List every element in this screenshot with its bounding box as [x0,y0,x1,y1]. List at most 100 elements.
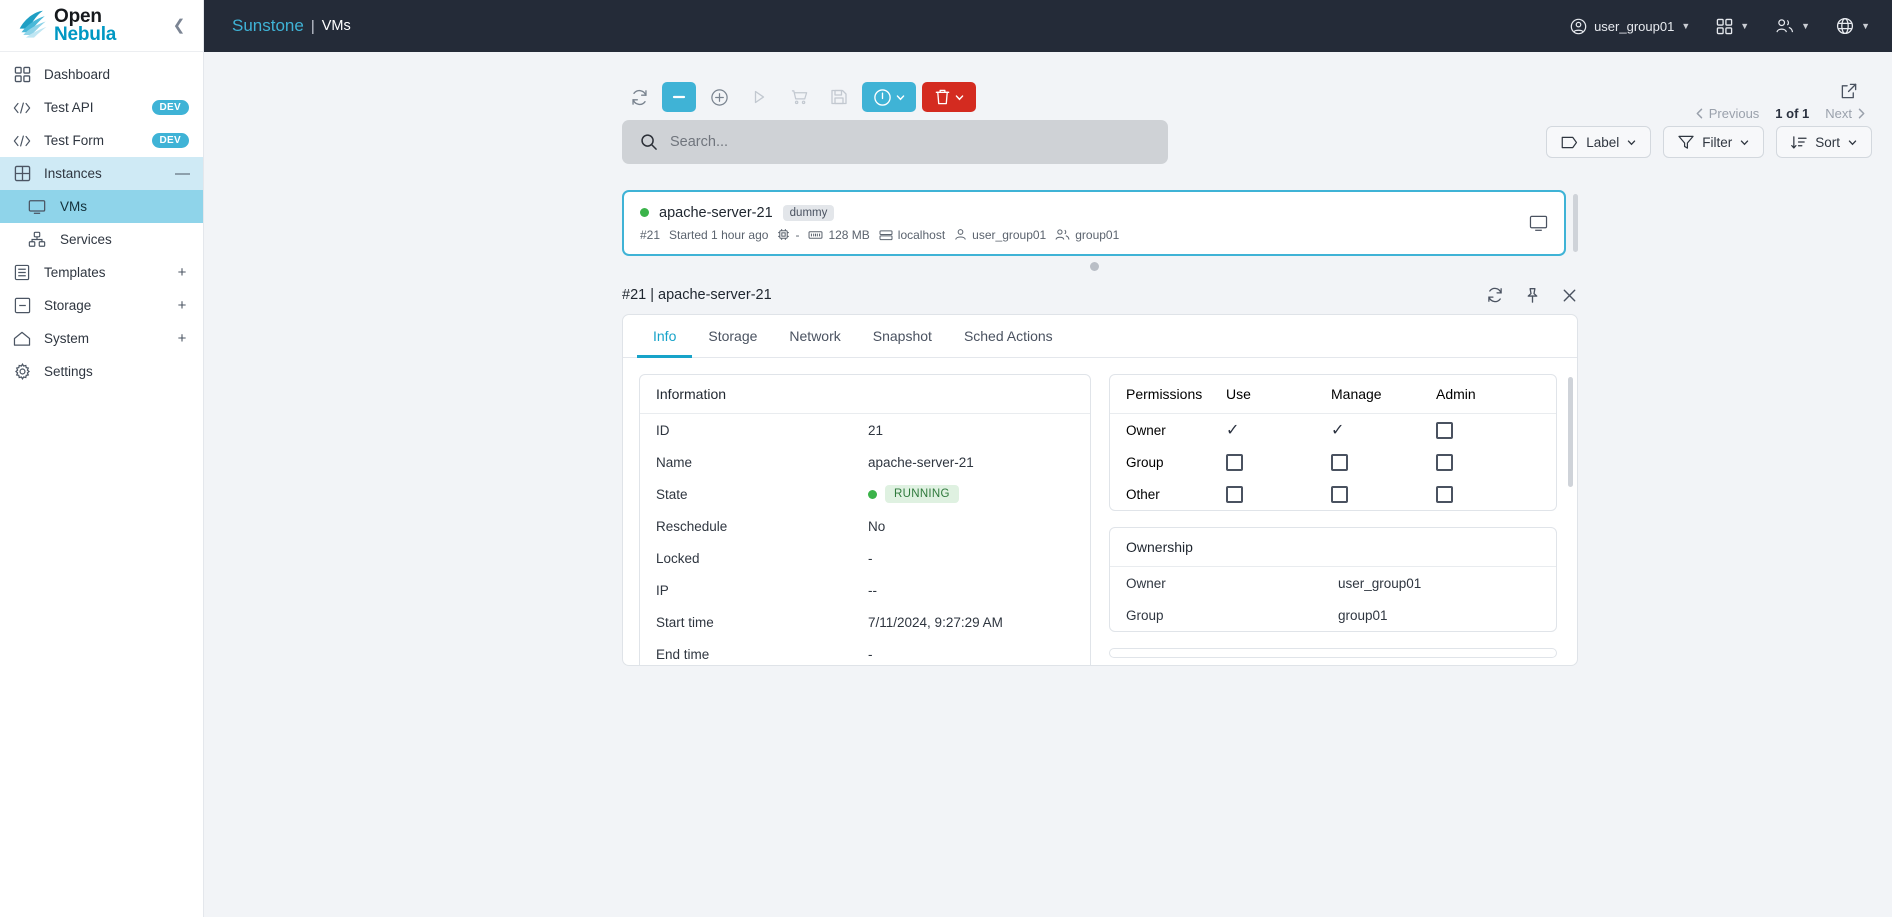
vm-owner: user_group01 [954,228,1046,242]
group-admin-checkbox[interactable] [1436,453,1453,471]
save-button[interactable] [822,82,856,112]
user-menu[interactable]: user_group01 ▼ [1570,18,1690,35]
tab-storage[interactable]: Storage [692,315,773,358]
information-title: Information [640,375,1090,414]
code-icon [10,101,34,115]
sidebar-collapse-icon[interactable]: ❮ [169,18,189,33]
external-link-icon[interactable] [1840,82,1858,100]
tab-info[interactable]: Info [637,315,693,358]
sidebar-item-system[interactable]: System + [0,322,203,355]
sidebar-item-test-form[interactable]: Test Form DEV [0,124,203,157]
apps-menu[interactable]: ▼ [1716,18,1749,35]
filter-button[interactable]: Filter [1663,126,1765,158]
detail-header: #21 | apache-server-21 [622,276,1578,314]
expand-plus-icon[interactable]: + [175,330,189,347]
sidebar-item-label: Services [60,232,112,247]
info-key: Start time [656,614,714,630]
delete-button[interactable] [922,82,976,112]
group-use-checkbox[interactable] [1226,453,1243,471]
detail-refresh-icon[interactable] [1486,286,1504,304]
info-value: No [868,518,886,534]
content-area: Previous 1 of 1 Next Search... Label Fil… [204,52,1892,917]
group-menu[interactable]: ▼ [1775,18,1810,34]
owner-admin-checkbox[interactable] [1436,421,1453,439]
expand-plus-icon[interactable]: + [175,264,189,281]
info-row-name: Name apache-server-21 [640,446,1090,478]
breadcrumb-separator: | [310,17,315,35]
dashboard-icon [10,66,34,83]
owner-manage-check[interactable]: ✓ [1331,422,1344,439]
info-key: State [656,486,688,502]
vm-list-item[interactable]: apache-server-21 dummy #21 Started 1 hou… [622,190,1578,256]
drag-dot-icon [1089,261,1099,271]
monitor-icon[interactable] [1529,215,1548,232]
sidebar-item-test-api[interactable]: Test API DEV [0,91,203,124]
ownership-title: Ownership [1110,528,1556,567]
detail-panel: #21 | apache-server-21 Info Storage Netw… [622,276,1578,666]
monitor-icon [24,199,50,215]
top-header: Sunstone | VMs user_group01 ▼ ▼ ▼ ▼ [204,0,1892,52]
language-menu[interactable]: ▼ [1836,17,1870,35]
main-area: Sunstone | VMs user_group01 ▼ ▼ ▼ ▼ Prev… [204,0,1892,917]
vm-group: group01 [1055,228,1119,242]
dev-badge: DEV [151,100,189,115]
dev-badge: DEV [151,133,189,148]
globe-icon [1836,17,1854,35]
play-button[interactable] [742,82,776,112]
other-admin-checkbox[interactable] [1436,485,1453,503]
sort-text: Sort [1815,134,1840,150]
logo-text-nebula: Nebula [54,23,117,45]
other-use-checkbox[interactable] [1226,485,1243,503]
sidebar-item-dashboard[interactable]: Dashboard [0,58,203,91]
deselect-button[interactable] [662,82,696,112]
sidebar-item-vms[interactable]: VMs [0,190,203,223]
sidebar-nav: Dashboard Test API DEV Test Form DEV Ins… [0,52,203,388]
vm-id-label: #21 [640,227,661,242]
cart-button[interactable] [782,82,816,112]
pagination: Previous 1 of 1 Next [1695,82,1866,121]
status-badge: RUNNING [885,485,959,503]
label-filter-button[interactable]: Label [1546,126,1652,158]
tab-sched-actions[interactable]: Sched Actions [948,315,1069,358]
tab-snapshot[interactable]: Snapshot [857,315,948,358]
info-row-ip: IP -- [640,574,1090,606]
collapse-minus-icon[interactable]: — [175,165,190,182]
group-manage-checkbox[interactable] [1331,453,1348,471]
list-scrollbar[interactable] [1573,194,1578,252]
sidebar-item-instances[interactable]: Instances — [0,157,203,190]
vm-tag-badge: dummy [782,204,835,221]
ownership-key: Owner [1126,575,1166,591]
detail-scrollbar[interactable] [1568,377,1573,487]
expand-plus-icon[interactable]: + [175,297,189,314]
detail-close-icon[interactable] [1561,287,1578,304]
opennebula-logo-icon [16,9,52,43]
chevron-down-icon: ▼ [1861,21,1870,31]
user-circle-icon [1570,18,1587,35]
app-root: Open Nebula ❮ Dashboard Test API DEV Tes… [0,0,1892,917]
next-page-button[interactable]: Next [1825,106,1866,121]
detail-pin-icon[interactable] [1524,287,1541,304]
info-key: IP [656,582,669,598]
info-row-reschedule: Reschedule No [640,510,1090,542]
sidebar-item-settings[interactable]: Settings [0,355,203,388]
sidebar-item-services[interactable]: Services [0,223,203,256]
permissions-col-admin: Admin [1436,386,1476,402]
sidebar-item-templates[interactable]: Templates + [0,256,203,289]
sidebar-item-storage[interactable]: Storage + [0,289,203,322]
ownership-owner-link[interactable]: user_group01 [1338,576,1421,591]
permissions-row-label: Owner [1126,422,1166,438]
sort-button[interactable]: Sort [1776,126,1872,158]
refresh-button[interactable] [622,82,656,112]
panel-resize-handle[interactable] [622,256,1566,276]
app-brand: Sunstone [232,16,304,35]
cpu-icon [777,228,790,241]
templates-icon [10,264,34,281]
create-button[interactable] [702,82,736,112]
page-count-label: 1 of 1 [1775,106,1810,121]
owner-use-check[interactable]: ✓ [1226,422,1239,439]
search-input[interactable]: Search... [622,120,1168,164]
other-manage-checkbox[interactable] [1331,485,1348,503]
tab-network[interactable]: Network [773,315,856,358]
previous-page-button[interactable]: Previous [1695,106,1759,121]
info-button[interactable] [862,82,916,112]
